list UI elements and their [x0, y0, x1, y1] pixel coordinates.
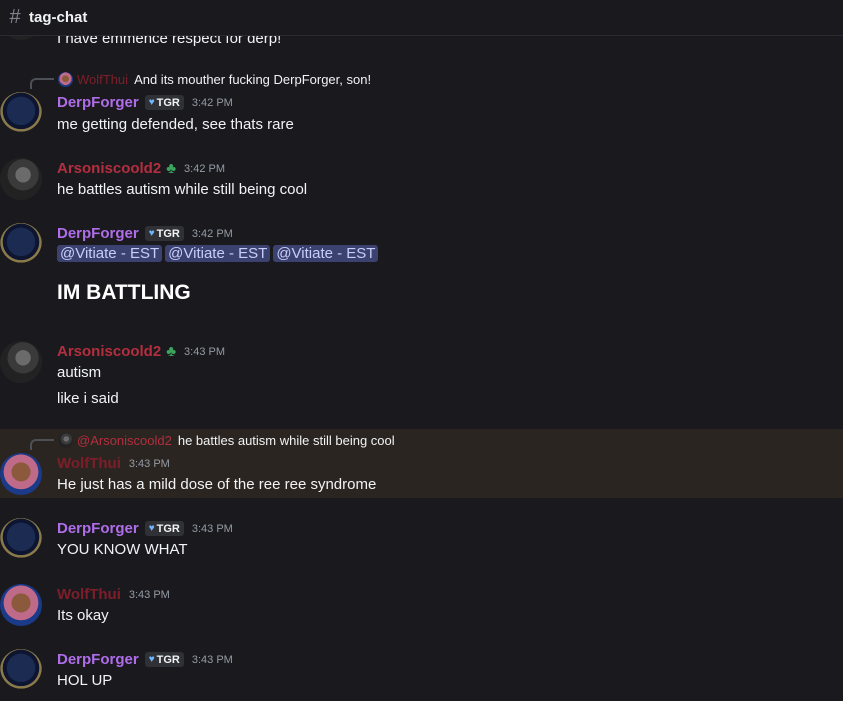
guild-tag-label: TGR — [156, 522, 180, 535]
timestamp: 3:43 PM — [128, 588, 170, 601]
message-text: like i said — [57, 390, 119, 407]
reply-preview[interactable]: @Arsoniscoold2 he battles autism while s… — [30, 430, 395, 450]
guild-tag-label: TGR — [156, 96, 180, 109]
timestamp: 3:42 PM — [191, 96, 233, 109]
timestamp: 3:43 PM — [191, 653, 233, 666]
message-row: DerpForger ♥ TGR 3:43 PM HOL UP — [0, 649, 843, 699]
message-text: Its okay — [57, 607, 109, 624]
avatar[interactable] — [0, 518, 42, 560]
guild-tag[interactable]: ♥ TGR — [144, 95, 184, 110]
message-row: WolfThui 3:43 PM Its okay — [0, 584, 843, 634]
reply-text: he battles autism while still being cool — [177, 432, 395, 448]
message-row: Arsoniscoold2 ♣ 3:43 PM autism like i sa… — [0, 341, 843, 411]
avatar[interactable] — [0, 341, 42, 383]
heart-icon: ♥ — [148, 523, 155, 534]
guild-tag-label: TGR — [156, 653, 180, 666]
reply-avatar — [58, 71, 73, 87]
reply-text: And its mouther fucking DerpForger, son! — [134, 71, 372, 87]
username[interactable]: DerpForger — [57, 225, 139, 242]
avatar[interactable] — [0, 649, 42, 691]
username[interactable]: Arsoniscoold2 — [57, 160, 161, 177]
clover-icon: ♣ — [166, 343, 177, 360]
message-feed: I have emmence respect for derp! WolfThu… — [0, 0, 843, 701]
message-text: autism — [57, 364, 102, 381]
username[interactable]: DerpForger — [57, 651, 139, 668]
message-text: me getting defended, see thats rare — [57, 116, 294, 133]
heart-icon: ♥ — [148, 97, 155, 108]
guild-tag-label: TGR — [156, 227, 180, 240]
reply-username[interactable]: @Arsoniscoold2 — [77, 433, 172, 448]
timestamp: 3:43 PM — [184, 345, 225, 358]
hashtag-icon: # — [9, 6, 21, 28]
timestamp: 3:42 PM — [191, 227, 233, 240]
heart-icon: ♥ — [148, 228, 155, 239]
timestamp: 3:43 PM — [191, 522, 233, 535]
heart-icon: ♥ — [148, 654, 155, 665]
avatar[interactable] — [0, 158, 42, 200]
reply-spine — [30, 78, 54, 89]
avatar[interactable] — [0, 453, 42, 495]
channel-header: # tag-chat — [0, 0, 843, 36]
avatar[interactable] — [0, 223, 42, 265]
message-text: YOU KNOW WHAT — [57, 541, 188, 558]
channel-name[interactable]: tag-chat — [29, 9, 87, 26]
avatar[interactable] — [0, 92, 42, 134]
message-row: DerpForger ♥ TGR 3:43 PM YOU KNOW WHAT — [0, 518, 843, 568]
message-row: WolfThui And its mouther fucking DerpFor… — [0, 68, 843, 148]
timestamp: 3:42 PM — [184, 162, 225, 175]
user-mention[interactable]: @Vitiate - EST — [165, 245, 271, 262]
reply-avatar — [58, 432, 73, 448]
guild-tag[interactable]: ♥ TGR — [144, 521, 184, 536]
user-mention[interactable]: @Vitiate - EST — [57, 245, 163, 262]
message-text: HOL UP — [57, 672, 113, 689]
message-text: he battles autism while still being cool — [57, 181, 308, 198]
message-row: DerpForger ♥ TGR 3:42 PM @Vitiate - EST @V… — [0, 223, 843, 323]
username[interactable]: DerpForger — [57, 94, 139, 111]
username[interactable]: Arsoniscoold2 — [57, 343, 161, 360]
username[interactable]: WolfThui — [57, 586, 121, 603]
message-row-highlighted: @Arsoniscoold2 he battles autism while s… — [0, 429, 843, 498]
heading-text: IM BATTLING — [57, 281, 191, 304]
mention-line: @Vitiate - EST @Vitiate - EST @Vitiate - E… — [57, 245, 381, 262]
clover-icon: ♣ — [166, 160, 177, 177]
message-text: He just has a mild dose of the ree ree s… — [57, 476, 377, 493]
username[interactable]: WolfThui — [57, 455, 121, 472]
username[interactable]: DerpForger — [57, 520, 139, 537]
avatar[interactable] — [0, 584, 42, 626]
reply-preview[interactable]: WolfThui And its mouther fucking DerpFor… — [30, 69, 371, 89]
timestamp: 3:43 PM — [128, 457, 170, 470]
reply-spine — [30, 439, 54, 450]
message-row: Arsoniscoold2 ♣ 3:42 PM he battles autis… — [0, 158, 843, 208]
guild-tag[interactable]: ♥ TGR — [144, 226, 184, 241]
reply-username[interactable]: WolfThui — [77, 72, 128, 87]
guild-tag[interactable]: ♥ TGR — [144, 652, 184, 667]
user-mention[interactable]: @Vitiate - EST — [273, 245, 379, 262]
